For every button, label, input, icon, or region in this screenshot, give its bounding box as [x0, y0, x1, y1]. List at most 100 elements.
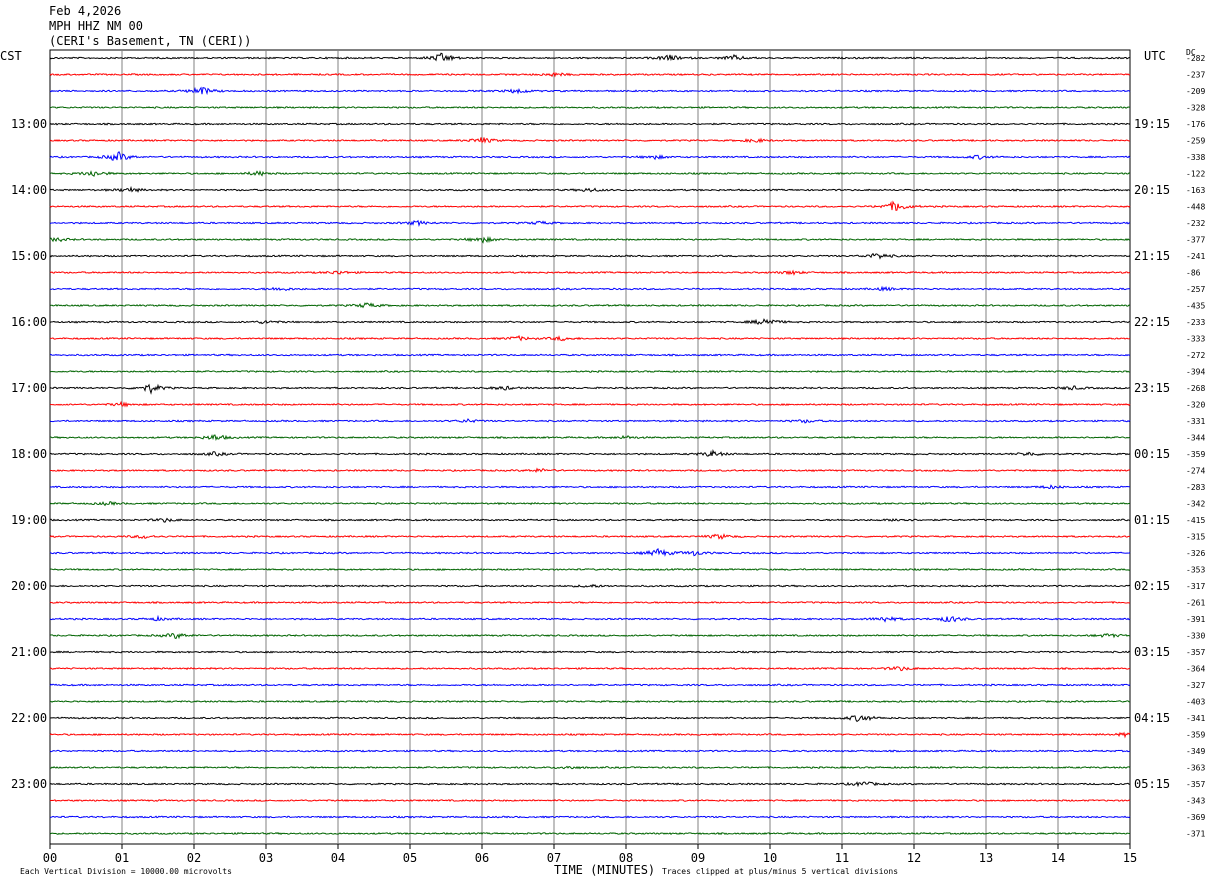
trace-line — [49, 383, 1131, 395]
dc-offset-value: -341 — [1186, 714, 1205, 723]
dc-offset-value: -241 — [1186, 252, 1205, 261]
dc-offset-value: -86 — [1186, 269, 1201, 278]
trace-line — [49, 122, 1131, 126]
trace-line — [49, 600, 1131, 605]
x-tick-label: 12 — [907, 851, 921, 865]
trace-line — [49, 369, 1131, 374]
trace-line — [49, 650, 1131, 654]
dc-offset-value: -369 — [1186, 813, 1205, 822]
trace-line — [49, 665, 1131, 672]
dc-offset-value: -357 — [1186, 780, 1205, 789]
trace-line — [49, 285, 1131, 292]
trace-line — [50, 170, 1131, 177]
dc-offset-value: -320 — [1186, 401, 1205, 410]
dc-offset-value: -415 — [1186, 516, 1205, 525]
left-hour-label: 19:00 — [11, 513, 47, 527]
trace-line — [49, 484, 1131, 490]
trace-line — [49, 269, 1131, 276]
trace-line — [49, 353, 1131, 357]
dc-offset-value: -232 — [1186, 219, 1205, 228]
dc-offset-value: -394 — [1186, 368, 1205, 377]
dc-offset-value: -364 — [1186, 665, 1205, 674]
left-hour-label: 22:00 — [11, 711, 47, 725]
dc-offset-value: -261 — [1186, 599, 1205, 608]
trace-line — [49, 235, 1131, 244]
dc-offset-value: -259 — [1186, 137, 1205, 146]
left-hour-label: 18:00 — [11, 447, 47, 461]
dc-offset-value: -342 — [1186, 500, 1205, 509]
trace-line — [49, 583, 1131, 588]
left-hour-label: 17:00 — [11, 381, 47, 395]
trace-line — [49, 749, 1131, 753]
dc-offset-value: -176 — [1186, 120, 1205, 129]
dc-offset-value: -330 — [1186, 632, 1205, 641]
dc-offset-value: -344 — [1186, 434, 1205, 443]
dc-offset-value: -163 — [1186, 186, 1205, 195]
x-tick-label: 06 — [475, 851, 489, 865]
dc-offset-value: -237 — [1186, 71, 1205, 80]
trace-line — [49, 200, 1131, 212]
trace-line — [49, 699, 1131, 704]
right-hour-label: 00:15 — [1134, 447, 1170, 461]
seismogram-plot: 00 01 02 03 04 05 06 07 08 09 10 11 12 13 14 15-282-237… — [11, 49, 1205, 865]
dc-offset-value: -359 — [1186, 731, 1205, 740]
trace-line — [49, 467, 1131, 474]
trace-line — [49, 86, 1131, 96]
dc-offset-value: -326 — [1186, 549, 1205, 558]
scale-note: Each Vertical Division = 10000.00 microv… — [20, 867, 232, 876]
trace-line — [49, 52, 1131, 62]
right-hour-label: 19:15 — [1134, 117, 1170, 131]
trace-line — [49, 185, 1131, 193]
plot-frame — [49, 49, 1131, 845]
trace-line — [49, 567, 1131, 572]
x-tick-label: 03 — [259, 851, 273, 865]
trace-line — [49, 501, 1131, 507]
left-hour-label: 16:00 — [11, 315, 47, 329]
x-tick-label: 15 — [1123, 851, 1137, 865]
dc-offset-value: -257 — [1186, 285, 1205, 294]
dc-offset-value: -435 — [1186, 302, 1205, 311]
x-tick-label: 14 — [1051, 851, 1065, 865]
dc-offset-value: -343 — [1186, 797, 1205, 806]
trace-line — [49, 831, 1131, 836]
dc-offset-value: -315 — [1186, 533, 1205, 542]
trace-line — [49, 614, 1131, 623]
trace-line — [49, 798, 1131, 803]
left-hour-label: 21:00 — [11, 645, 47, 659]
trace-line — [49, 715, 1131, 723]
dc-offset-value: -274 — [1186, 467, 1205, 476]
dc-offset-value: -268 — [1186, 384, 1205, 393]
trace-line — [49, 334, 1131, 342]
dc-offset-value: -317 — [1186, 582, 1205, 591]
dc-offset-value: -122 — [1186, 170, 1205, 179]
dc-offset-value: -338 — [1186, 153, 1205, 162]
dc-offset-value: -363 — [1186, 764, 1205, 773]
left-hour-label: 20:00 — [11, 579, 47, 593]
x-tick-label: 13 — [979, 851, 993, 865]
dc-offset-value: -377 — [1186, 236, 1205, 245]
dc-offset-value: -331 — [1186, 417, 1205, 426]
trace-line — [49, 400, 1131, 408]
trace-line — [49, 137, 1131, 144]
trace-line — [49, 781, 1131, 788]
x-tick-label: 05 — [403, 851, 417, 865]
dc-offset-value: -403 — [1186, 698, 1205, 707]
trace-line — [49, 517, 1131, 523]
trace-line — [49, 252, 1131, 260]
x-tick-label: 04 — [331, 851, 345, 865]
x-tick-label: 00 — [43, 851, 57, 865]
left-hour-label: 13:00 — [11, 117, 47, 131]
x-tick-label: 09 — [691, 851, 705, 865]
dc-offset-value: -209 — [1186, 87, 1205, 96]
dc-offset-value: -327 — [1186, 681, 1205, 690]
right-hour-label: 01:15 — [1134, 513, 1170, 527]
right-hour-label: 04:15 — [1134, 711, 1170, 725]
right-hour-label: 05:15 — [1134, 777, 1170, 791]
right-hour-label: 20:15 — [1134, 183, 1170, 197]
dc-offset-value: -349 — [1186, 747, 1205, 756]
dc-offset-value: -328 — [1186, 104, 1205, 113]
x-tick-label: 11 — [835, 851, 849, 865]
trace-line — [49, 418, 1131, 424]
dc-offset-value: -283 — [1186, 483, 1205, 492]
right-hour-label: 23:15 — [1134, 381, 1170, 395]
